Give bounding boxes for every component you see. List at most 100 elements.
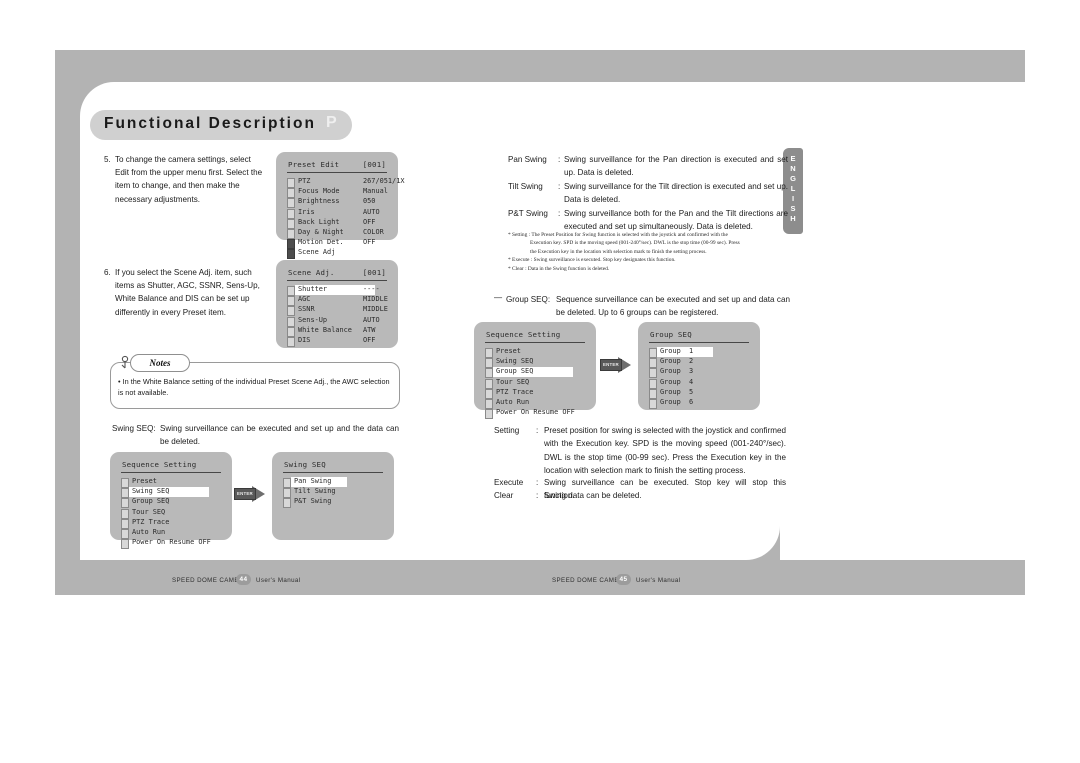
osd-item-label: Group 4 (660, 377, 694, 386)
manual-page: Functional Description P ENGLISH 5. To c… (0, 0, 1080, 763)
footnote-1: * Setting : The Preset Position for Swin… (508, 232, 728, 238)
osd-menu-item[interactable]: Auto Run (121, 528, 221, 539)
osd-menu-item[interactable]: Preset (121, 477, 221, 488)
definition-pan-swing-label: Pan Swing (508, 155, 547, 164)
osd-menu-item[interactable]: Power On Resume OFF (485, 408, 585, 420)
osd-item-label: Group 1 (660, 347, 694, 355)
osd-menu-item[interactable]: Pan Swing (283, 477, 383, 488)
setting-label: Setting (494, 426, 520, 435)
osd-item-label: Shutter (298, 285, 328, 293)
footnote-2: Execution key. SPD is the moving speed (… (530, 240, 740, 247)
osd-menu-item[interactable]: Day & Night COLOR (287, 228, 387, 239)
osd-menu-item[interactable]: Group 6 (649, 398, 749, 409)
checkbox-icon[interactable] (649, 399, 657, 409)
osd-menu-item[interactable]: Auto Run (485, 398, 585, 409)
checkbox-icon[interactable] (287, 249, 295, 260)
osd-menu-item[interactable]: Group SEQ (485, 367, 585, 379)
osd-menu-item[interactable]: Group 4 (649, 377, 749, 389)
step-5: 5. To change the camera settings, select… (104, 153, 266, 206)
enter-key-label: ENTER (237, 491, 253, 496)
osd-menu-item[interactable]: Group 2 (649, 357, 749, 369)
osd-preset-edit[interactable]: Preset Edit [001] PTZ 267/051/1X Focus Mode M… (276, 152, 405, 260)
footnote-3: the Execution key in the location with s… (530, 248, 707, 255)
clear-colon: : (536, 491, 539, 500)
osd-item-value: ATW (363, 325, 376, 334)
checkbox-icon[interactable] (287, 337, 295, 347)
definition-pan-swing-colon: : (558, 155, 561, 164)
header-badge: P (326, 114, 337, 131)
language-tab-label: ENGLISH (788, 154, 798, 224)
step-6-text: If you select the Scene Adj. item, such … (115, 268, 260, 317)
osd-menu-item[interactable]: Back Light OFF (287, 217, 387, 229)
osd-menu-item[interactable]: Sens-Up AUTO (287, 315, 387, 327)
osd-menu-item[interactable]: Scene Adj (287, 248, 395, 260)
osd-menu-item[interactable]: P&T Swing (283, 497, 383, 509)
osd-menu-item[interactable]: Shutter ---- (287, 285, 387, 296)
osd-item-label: Sens-Up (298, 315, 328, 324)
osd-item-label: Day & Night (298, 228, 344, 236)
osd-title: Sequence Setting (122, 460, 197, 469)
checkbox-icon[interactable] (485, 409, 493, 420)
osd-item-label: Group SEQ (132, 497, 170, 506)
osd-title-rule (287, 172, 387, 173)
osd-menu-item[interactable]: Focus Mode Manual (287, 187, 388, 199)
osd-menu-item[interactable]: Group 3 (649, 367, 749, 379)
osd-item-value: MIDDLE (363, 305, 388, 314)
osd-item-label: SSNR (298, 305, 315, 314)
osd-item-label: Iris (298, 207, 315, 216)
osd-menu-item[interactable]: SSNR MIDDLE (287, 305, 388, 317)
osd-item-label: Group SEQ (496, 367, 534, 376)
osd-group-seq[interactable]: Group SEQ Group 1 Group 2 Group 3 Group 4 Gro… (638, 322, 760, 410)
osd-menu-item[interactable]: Power On Resume OFF (121, 538, 221, 550)
osd-menu-item[interactable]: Tour SEQ (121, 507, 221, 519)
osd-menu-item[interactable]: DIS OFF (287, 336, 387, 347)
osd-item-label: Group 3 (660, 367, 694, 376)
osd-swing-seq[interactable]: Swing SEQ Pan Swing Tilt Swing P&T Swing (272, 452, 394, 540)
osd-item-label: Focus Mode (298, 187, 340, 196)
osd-menu-item[interactable]: Swing SEQ (121, 487, 221, 499)
osd-sequence-setting-left[interactable]: Sequence Setting Preset Swing SEQ Group SEQ… (110, 452, 232, 550)
osd-menu-item[interactable]: Group 1 (649, 347, 749, 358)
osd-menu-item[interactable]: Tilt Swing (283, 487, 383, 499)
osd-menu-item[interactable]: Iris AUTO (287, 207, 387, 219)
osd-sequence-setting-right[interactable]: Sequence Setting Preset Swing SEQ Group SEQ… (474, 322, 596, 420)
checkbox-icon[interactable] (121, 539, 129, 550)
swing-seq-text: Swing surveillance can be executed and s… (160, 424, 399, 447)
osd-item-value: COLOR (363, 228, 384, 236)
osd-menu-item[interactable]: Group 5 (649, 388, 749, 399)
osd-menu-item[interactable]: Swing SEQ (485, 357, 585, 369)
osd-item-label: Brightness (298, 197, 340, 206)
osd-menu-item[interactable]: White Balance ATW (287, 325, 387, 337)
osd-item-value: 050 (363, 197, 376, 206)
group-seq-dash: — (494, 293, 503, 302)
osd-menu-item[interactable]: Preset (485, 347, 585, 358)
enter-key-tag: ENTER (234, 488, 256, 500)
osd-menu-item[interactable]: Tour SEQ (485, 378, 585, 389)
osd-menu-item[interactable]: Brightness 050 (287, 197, 387, 209)
osd-item-label: AGC (298, 295, 311, 304)
definition-pt-swing-colon: : (558, 209, 561, 218)
definition-pt-swing-label: P&T Swing (508, 209, 548, 218)
osd-title-rule (485, 342, 585, 343)
osd-item-value: OFF (363, 238, 376, 247)
osd-item-label: Back Light (298, 217, 340, 226)
osd-scene-adj[interactable]: Scene Adj. [001] Shutter ---- AGC MIDDLE SSNR M… (276, 260, 398, 348)
osd-menu-item[interactable]: PTZ 267/051/1X (287, 177, 405, 188)
osd-item-label: PTZ (298, 177, 311, 185)
osd-item-highlight: Scene Adj (295, 248, 395, 259)
osd-menu-item[interactable]: PTZ Trace (485, 388, 585, 399)
setting-text: Preset position for swing is selected wi… (544, 426, 786, 476)
page-title: Functional Description (104, 115, 316, 132)
osd-menu-item[interactable]: PTZ Trace (121, 518, 221, 529)
osd-item-highlight: Group SEQ (493, 367, 573, 378)
osd-menu-item[interactable]: Group SEQ (121, 497, 221, 509)
checkbox-icon[interactable] (283, 498, 291, 509)
group-seq-label: Group SEQ: (506, 295, 551, 304)
footer-manual: User's Manual (256, 577, 301, 584)
group-seq-paragraph: Group SEQ: Sequence surveillance can be … (506, 293, 790, 320)
osd-item-label: Tour SEQ (132, 507, 166, 516)
osd-menu-item[interactable]: Motion Det. OFF (287, 238, 387, 250)
step-6-number: 6. (104, 268, 111, 277)
definition-tilt-swing: Tilt Swing : Swing surveillance for the … (508, 180, 788, 207)
osd-menu-item[interactable]: AGC MIDDLE (287, 295, 388, 307)
